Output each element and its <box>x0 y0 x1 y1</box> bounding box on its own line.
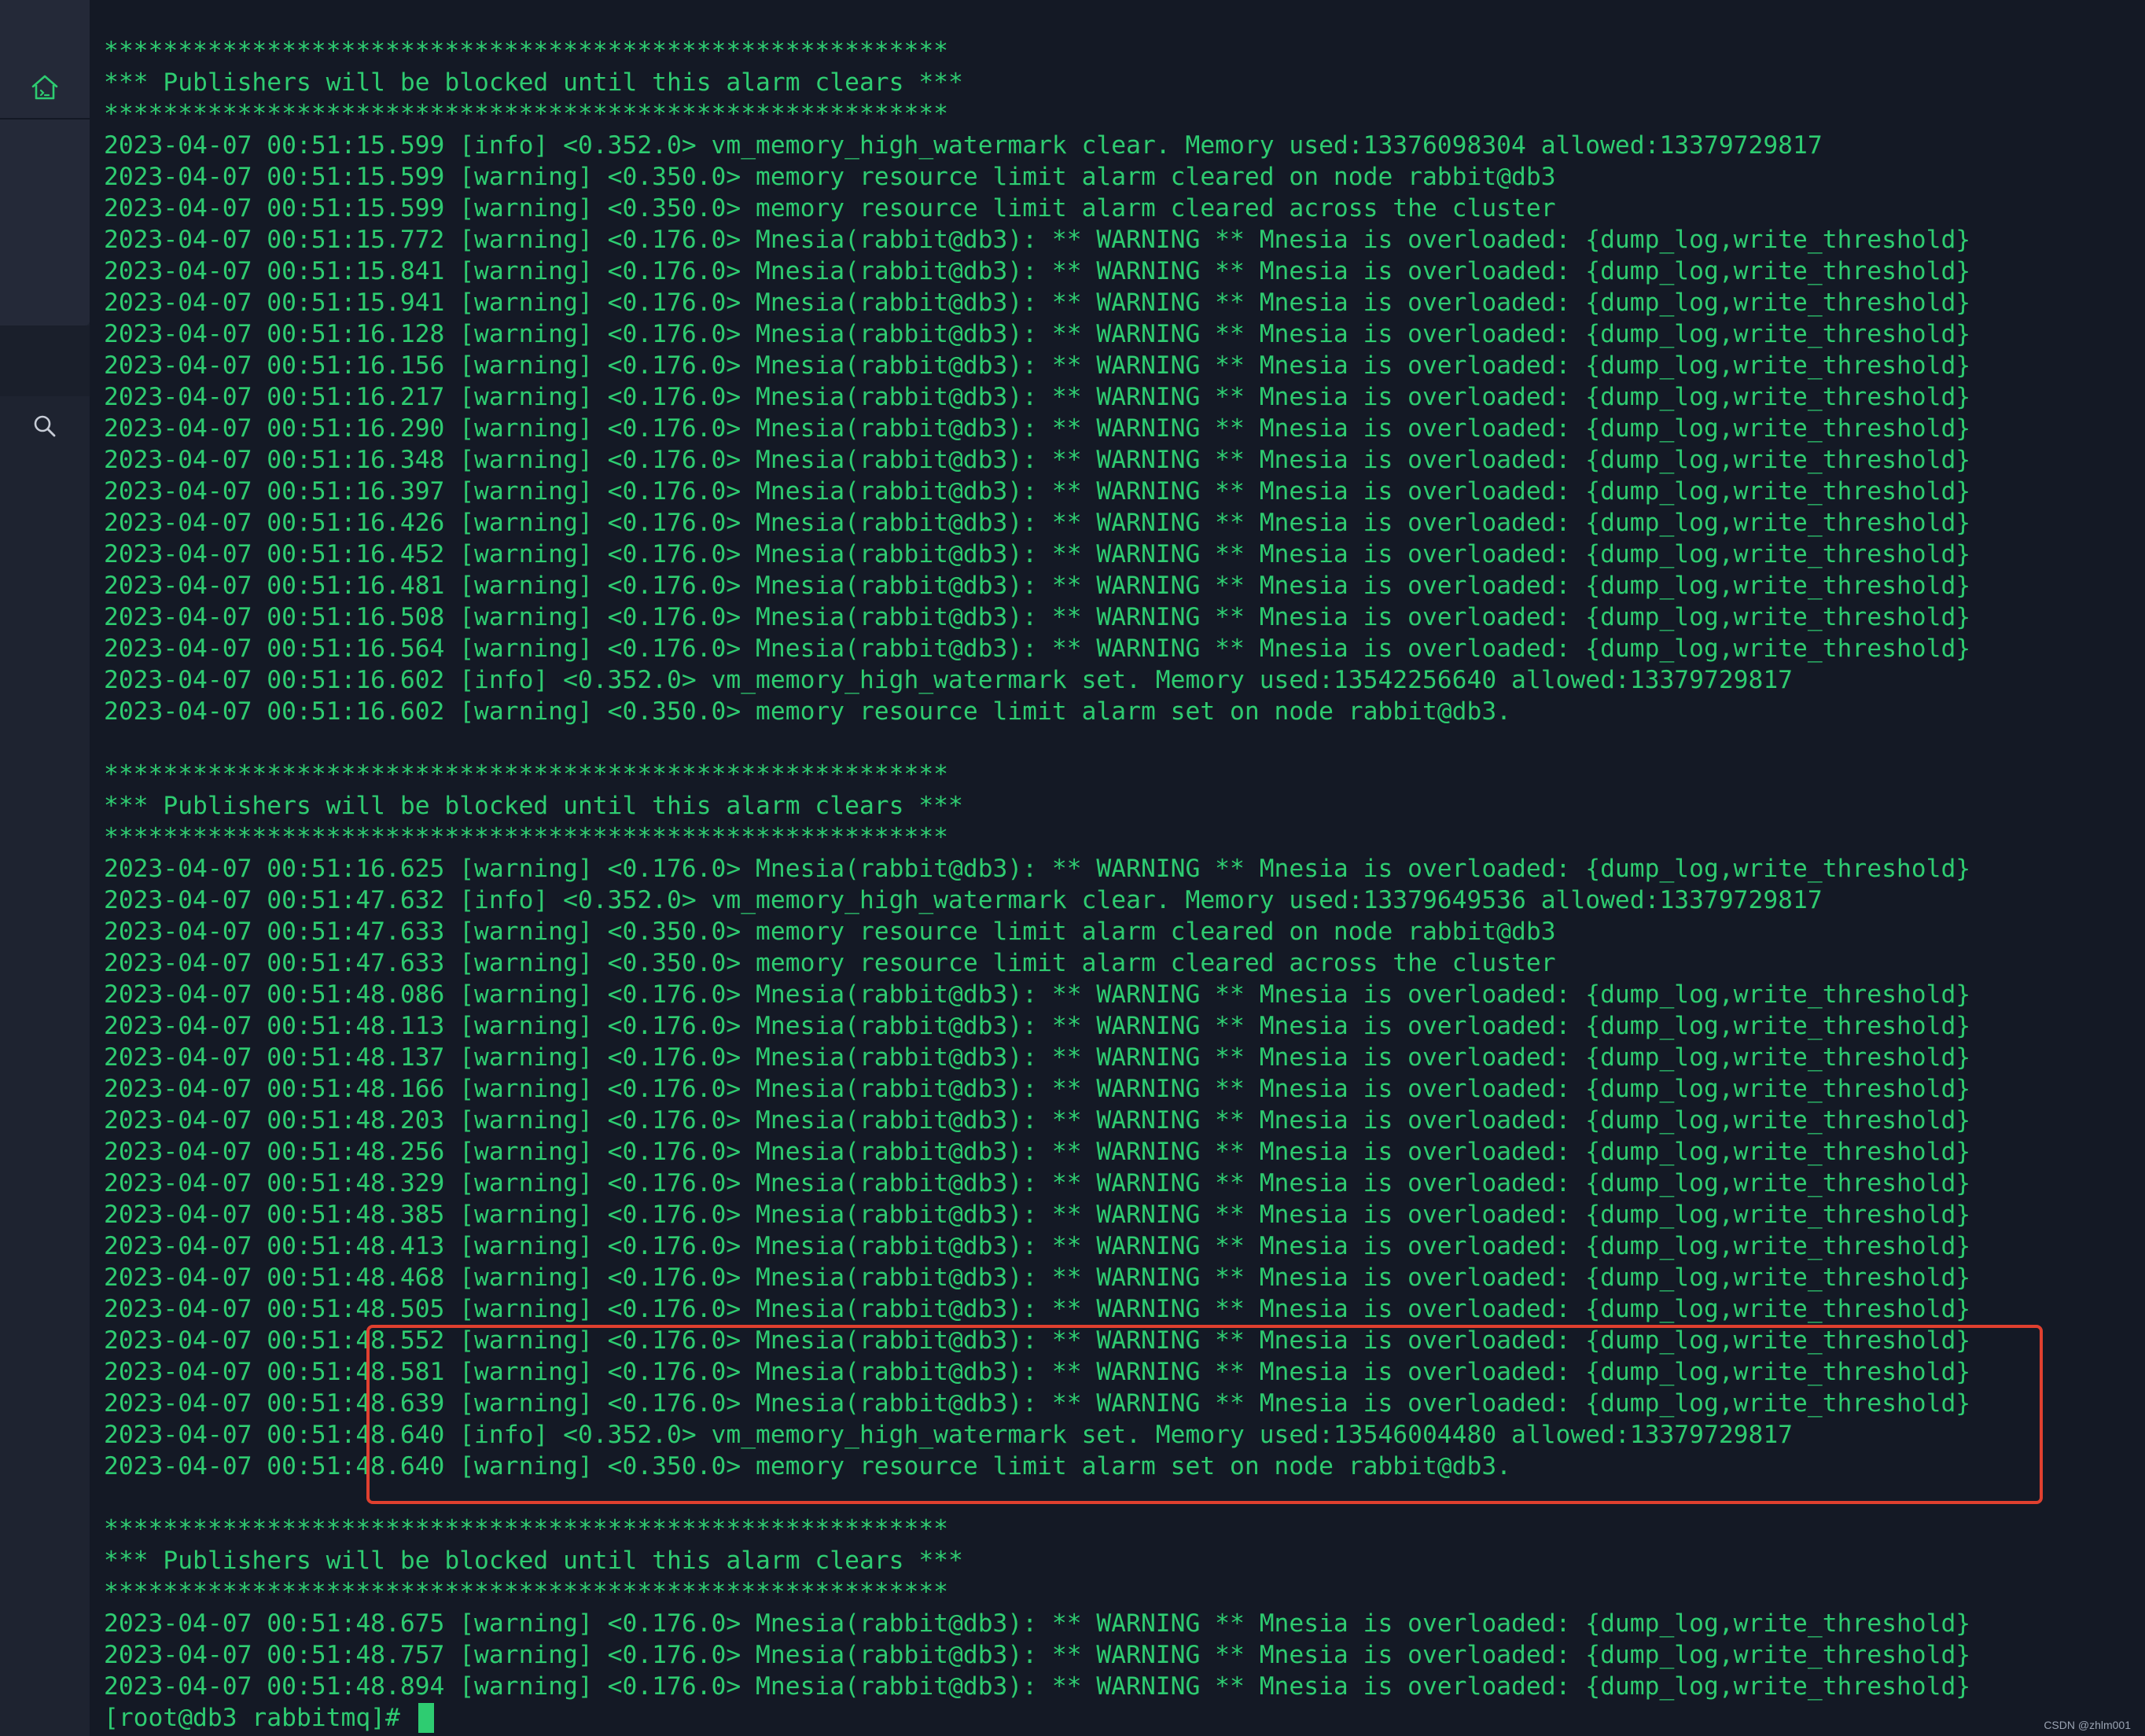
terminal-line: 2023-04-07 00:51:48.166 [warning] <0.176… <box>104 1075 1971 1103</box>
terminal-line: ****************************************… <box>104 37 949 65</box>
terminal-line: ****************************************… <box>104 1578 949 1606</box>
terminal-line: 2023-04-07 00:51:16.452 [warning] <0.176… <box>104 540 1971 568</box>
terminal-line: 2023-04-07 00:51:48.552 [warning] <0.176… <box>104 1326 1971 1355</box>
sidebar-divider <box>0 326 90 396</box>
terminal-line: 2023-04-07 00:51:48.468 [warning] <0.176… <box>104 1263 1971 1292</box>
terminal-line: 2023-04-07 00:51:16.602 [warning] <0.350… <box>104 697 1512 726</box>
home-icon[interactable] <box>0 64 90 110</box>
terminal-line: 2023-04-07 00:51:15.599 [info] <0.352.0>… <box>104 131 1823 160</box>
terminal-line: 2023-04-07 00:51:48.640 [info] <0.352.0>… <box>104 1421 1794 1449</box>
terminal-line: 2023-04-07 00:51:48.256 [warning] <0.176… <box>104 1138 1971 1166</box>
terminal-line: *** Publishers will be blocked until thi… <box>104 1547 963 1575</box>
terminal-line: 2023-04-07 00:51:47.632 [info] <0.352.0>… <box>104 886 1823 914</box>
terminal-line: 2023-04-07 00:51:48.113 [warning] <0.176… <box>104 1012 1971 1040</box>
terminal-line: 2023-04-07 00:51:48.137 [warning] <0.176… <box>104 1043 1971 1072</box>
terminal-line: 2023-04-07 00:51:48.086 [warning] <0.176… <box>104 980 1971 1009</box>
terminal-line: 2023-04-07 00:51:16.290 [warning] <0.176… <box>104 414 1971 443</box>
terminal-line: ****************************************… <box>104 760 949 789</box>
terminal-line: ****************************************… <box>104 1515 949 1543</box>
sidebar <box>0 0 90 1736</box>
terminal-line: *** Publishers will be blocked until thi… <box>104 792 963 820</box>
terminal-line: 2023-04-07 00:51:16.426 [warning] <0.176… <box>104 509 1971 537</box>
terminal-line: 2023-04-07 00:51:48.413 [warning] <0.176… <box>104 1232 1971 1260</box>
terminal-line: 2023-04-07 00:51:15.772 [warning] <0.176… <box>104 226 1971 254</box>
terminal-line: 2023-04-07 00:51:48.581 [warning] <0.176… <box>104 1358 1971 1386</box>
terminal-line: ****************************************… <box>104 823 949 851</box>
terminal-line: 2023-04-07 00:51:48.385 [warning] <0.176… <box>104 1201 1971 1229</box>
terminal-line: 2023-04-07 00:51:48.203 [warning] <0.176… <box>104 1106 1971 1135</box>
shell-prompt: [root@db3 rabbitmq]# <box>104 1704 415 1732</box>
terminal-line: 2023-04-07 00:51:16.348 [warning] <0.176… <box>104 446 1971 474</box>
terminal-line: 2023-04-07 00:51:48.640 [warning] <0.350… <box>104 1452 1512 1480</box>
terminal-line: 2023-04-07 00:51:15.599 [warning] <0.350… <box>104 194 1556 223</box>
terminal-line: 2023-04-07 00:51:48.757 [warning] <0.176… <box>104 1641 1971 1669</box>
terminal-line: 2023-04-07 00:51:47.633 [warning] <0.350… <box>104 918 1556 946</box>
terminal-line: 2023-04-07 00:51:48.894 [warning] <0.176… <box>104 1672 1971 1701</box>
shell-prompt-line[interactable]: [root@db3 rabbitmq]# <box>104 1702 1970 1734</box>
terminal-line: 2023-04-07 00:51:16.481 [warning] <0.176… <box>104 572 1971 600</box>
terminal-line: ****************************************… <box>104 100 949 128</box>
search-icon[interactable] <box>0 403 90 450</box>
terminal-line: 2023-04-07 00:51:48.505 [warning] <0.176… <box>104 1295 1971 1323</box>
terminal-line: 2023-04-07 00:51:16.625 [warning] <0.176… <box>104 855 1971 883</box>
terminal-line: 2023-04-07 00:51:16.508 [warning] <0.176… <box>104 603 1971 631</box>
terminal-line: 2023-04-07 00:51:48.675 [warning] <0.176… <box>104 1609 1971 1638</box>
terminal-line: 2023-04-07 00:51:48.639 [warning] <0.176… <box>104 1389 1971 1418</box>
terminal-line: 2023-04-07 00:51:15.841 [warning] <0.176… <box>104 257 1971 285</box>
terminal-line: 2023-04-07 00:51:16.128 [warning] <0.176… <box>104 320 1971 348</box>
terminal-line: 2023-04-07 00:51:48.329 [warning] <0.176… <box>104 1169 1971 1197</box>
sidebar-home-section[interactable] <box>0 0 90 120</box>
terminal-line: 2023-04-07 00:51:15.941 [warning] <0.176… <box>104 289 1971 317</box>
terminal-line: 2023-04-07 00:51:16.397 [warning] <0.176… <box>104 477 1971 506</box>
terminal-line: 2023-04-07 00:51:16.217 [warning] <0.176… <box>104 383 1971 411</box>
terminal-line: 2023-04-07 00:51:15.599 [warning] <0.350… <box>104 163 1556 191</box>
terminal-cursor <box>418 1703 434 1733</box>
terminal-line: *** Publishers will be blocked until thi… <box>104 68 963 97</box>
terminal-line: 2023-04-07 00:51:16.564 [warning] <0.176… <box>104 634 1971 663</box>
terminal-line: 2023-04-07 00:51:47.633 [warning] <0.350… <box>104 949 1556 977</box>
watermark: CSDN @zhlm001 <box>2044 1719 2131 1731</box>
sidebar-search-section <box>0 396 90 1736</box>
terminal-line: 2023-04-07 00:51:16.156 [warning] <0.176… <box>104 351 1971 380</box>
terminal-line: 2023-04-07 00:51:16.602 [info] <0.352.0>… <box>104 666 1794 694</box>
terminal-output[interactable]: ****************************************… <box>104 35 1970 1734</box>
sidebar-panel <box>0 120 90 326</box>
